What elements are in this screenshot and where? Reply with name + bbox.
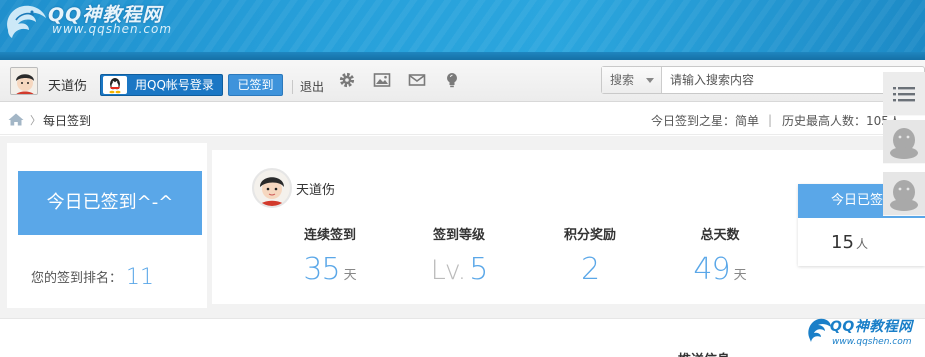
qq-penguin-icon — [890, 180, 918, 211]
signin-rank: 您的签到排名： 11 — [31, 265, 154, 290]
lightbulb-icon[interactable] — [443, 71, 461, 89]
qq-login-button[interactable]: 用QQ帐号登录 — [100, 74, 223, 96]
stat-value: 49 — [693, 252, 730, 287]
stat-signin-level: 签到等级 Lv. 5 — [404, 224, 514, 292]
stat-consecutive-days: 连续签到 35 天 — [275, 224, 385, 292]
image-icon[interactable] — [373, 71, 391, 89]
dragon-logo-icon — [7, 5, 46, 39]
stat-label: 连续签到 — [303, 228, 356, 243]
avatar[interactable] — [252, 168, 292, 208]
watermark-title: QQ神教程网 — [830, 319, 913, 335]
stat-value: 35 — [303, 252, 340, 287]
watermark-logo: QQ神教程网 www.qqshen.com — [806, 313, 925, 357]
today-signin-count: 15 人 — [798, 232, 925, 253]
logo-url: www.qqshen.com — [52, 22, 173, 36]
home-icon[interactable] — [8, 113, 24, 126]
logout-link[interactable]: 退出 — [300, 78, 324, 95]
user-avatar-icon — [11, 68, 37, 94]
gear-icon[interactable] — [338, 71, 356, 89]
stat-label: 积分奖励 — [563, 228, 616, 243]
stat-label: 总天数 — [700, 228, 740, 243]
avatar[interactable] — [10, 67, 38, 95]
signin-star-label: 今日签到之星： — [651, 114, 736, 128]
signin-rank-value: 11 — [126, 265, 155, 290]
dragon-logo-icon — [808, 318, 831, 342]
user-toolbar: 天道伤 用QQ帐号登录 已签到 退出 搜索 请输入搜索内容 — [0, 60, 925, 102]
signed-in-button[interactable]: 已签到 — [228, 74, 283, 96]
highest-count-label: 历史最高人数： — [782, 114, 867, 128]
search-box: 搜索 — [601, 66, 925, 94]
divider — [292, 80, 293, 94]
search-category-label: 搜索 — [610, 73, 635, 87]
today-signin-unit: 人 — [855, 237, 868, 251]
menu-button[interactable] — [883, 72, 925, 116]
search-input[interactable] — [670, 71, 910, 89]
section-heading: 推送信息 — [678, 349, 730, 357]
qq-group-button[interactable] — [883, 172, 925, 216]
site-logo[interactable]: QQ神教程网 www.qqshen.com — [2, 0, 202, 44]
push-info-section — [0, 318, 925, 357]
stat-unit: 天 — [733, 268, 747, 283]
toolbar-username[interactable]: 天道伤 — [48, 75, 87, 94]
qq-login-label: 用QQ帐号登录 — [135, 78, 214, 92]
stat-value: 2 — [580, 252, 600, 287]
mail-icon[interactable] — [408, 71, 426, 89]
chevron-down-icon — [646, 78, 654, 83]
signin-star: 今日签到之星：简单 — [651, 112, 759, 129]
user-avatar-icon — [254, 170, 290, 206]
stat-total-days: 总天数 49 天 — [665, 224, 775, 292]
signin-rank-label: 您的签到排名： — [31, 271, 123, 286]
qq-contact-button[interactable] — [883, 120, 925, 164]
breadcrumb: 〉 每日签到 今日签到之星：简单 | 历史最高人数：105人 — [0, 103, 925, 135]
stat-points-reward: 积分奖励 2 — [535, 224, 645, 292]
qq-penguin-icon — [890, 128, 918, 159]
breadcrumb-current[interactable]: 每日签到 — [43, 112, 91, 129]
today-signin-value: 15 — [831, 232, 854, 253]
site-header: QQ神教程网 www.qqshen.com — [0, 0, 925, 60]
stat-value: 5 — [469, 252, 488, 287]
signed-today-button[interactable]: 今日已签到^-^ — [18, 171, 202, 235]
chevron-right-icon: 〉 — [30, 114, 41, 127]
stat-divider: | — [768, 113, 773, 127]
profile-name[interactable]: 天道伤 — [296, 179, 335, 198]
stat-unit: 天 — [343, 268, 357, 283]
signin-star-name[interactable]: 简单 — [735, 114, 759, 128]
qq-logo-icon — [103, 76, 127, 94]
menu-icon — [893, 87, 915, 102]
search-category-select[interactable]: 搜索 — [602, 67, 662, 93]
stat-label: 签到等级 — [432, 228, 485, 243]
stat-level-prefix: Lv. — [430, 255, 467, 286]
watermark-url: www.qqshen.com — [832, 337, 912, 347]
